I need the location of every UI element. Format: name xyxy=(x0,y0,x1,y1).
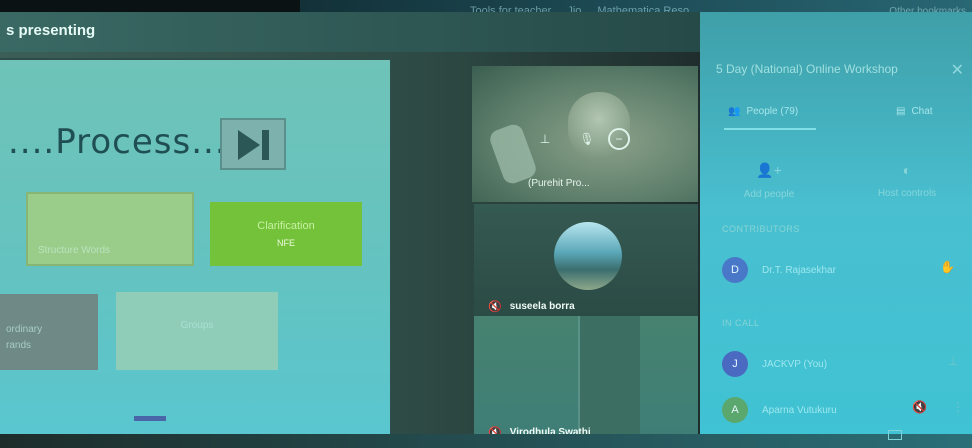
action-label: Add people xyxy=(743,189,795,200)
tab-label: Chat xyxy=(911,106,933,117)
next-slide-button[interactable] xyxy=(220,118,286,170)
presenting-bar: s presenting xyxy=(0,12,700,52)
skip-bar-icon xyxy=(262,130,269,160)
section-contributors: CONTRIBUTORS xyxy=(722,224,800,234)
slide-box-groups: Groups xyxy=(116,292,278,370)
avatar: J xyxy=(722,351,748,377)
person-name: Aparna Vutukuru xyxy=(762,404,837,416)
participant-tile[interactable]: ⊥ 🎙 − (Purehit Pro... xyxy=(472,66,698,202)
person-name: Dr.T. Rajasekhar xyxy=(762,264,836,276)
slide-box-sub: NFE xyxy=(277,238,295,248)
close-icon[interactable]: ✕ xyxy=(951,60,964,80)
participant-name: suseela borra xyxy=(509,301,575,312)
pin-icon[interactable]: ⊥ xyxy=(534,128,556,150)
person-name: JACKVP (You) xyxy=(762,358,828,370)
pin-icon[interactable]: ⊥ xyxy=(948,354,958,368)
slide-title: ....Process... xyxy=(8,122,227,162)
raise-hand-icon: ✋ xyxy=(940,260,955,274)
participant-name: (Purehit Pro... xyxy=(528,178,590,189)
tab-underline xyxy=(724,128,816,130)
monitor-photo: Tools for teacher Jio Mathematica Reso O… xyxy=(0,0,972,448)
tab-chat[interactable]: ▤ Chat xyxy=(896,106,933,117)
avatar: D xyxy=(722,257,748,283)
avatar: A xyxy=(722,397,748,423)
presenting-label: s presenting xyxy=(6,22,96,39)
participant-tile[interactable]: 🔇 Virodhula Swathi xyxy=(474,316,698,448)
slide-box-text: Structure Words xyxy=(38,245,111,256)
host-controls-button[interactable]: ◐ Host controls xyxy=(852,162,962,199)
add-person-icon: 👤+ xyxy=(756,162,782,178)
participant-avatar xyxy=(554,222,622,290)
people-icon: 👥 xyxy=(728,106,741,117)
monitor-bezel xyxy=(0,434,972,448)
more-options-icon[interactable]: ⋮ xyxy=(952,400,964,414)
slide-box-clarification: Clarification NFE xyxy=(210,202,362,266)
chat-icon: ▤ xyxy=(896,106,906,117)
slide-box-text: Groups xyxy=(180,320,214,331)
slide-box-structure: Structure Words xyxy=(26,192,194,266)
mic-off-icon: 🔇 xyxy=(488,301,502,313)
play-icon xyxy=(238,130,260,160)
people-list-item[interactable]: D Dr.T. Rajasekhar xyxy=(722,256,836,284)
tab-label: People (79) xyxy=(746,106,799,117)
present-icon[interactable] xyxy=(888,430,902,440)
people-panel: 5 Day (National) Online Workshop ✕ 👥 Peo… xyxy=(700,12,972,448)
meeting-title: 5 Day (National) Online Workshop xyxy=(716,62,898,76)
slide-box-line: rands xyxy=(6,340,32,351)
action-label: Host controls xyxy=(877,188,937,199)
tab-people[interactable]: 👥 People (79) xyxy=(728,106,798,117)
participant-tile[interactable]: 🔇 suseela borra xyxy=(474,204,698,316)
people-list-item[interactable]: A Aparna Vutukuru xyxy=(722,396,837,424)
slide-box-title: Clarification xyxy=(257,220,315,232)
shared-slide: ....Process... Structure Words Clarifica… xyxy=(0,60,390,440)
slide-box-line: ordinary xyxy=(6,324,43,335)
slide-progress-indicator xyxy=(134,416,166,421)
slide-box-ordinary: ordinary rands xyxy=(0,294,98,370)
participant-hand xyxy=(487,121,539,187)
mic-off-icon[interactable]: 🔇 xyxy=(912,400,927,414)
mic-icon[interactable]: 🎙 xyxy=(576,128,598,150)
section-in-call: IN CALL xyxy=(722,318,760,328)
people-list-item[interactable]: J JACKVP (You) xyxy=(722,350,827,378)
meet-window: s presenting ....Process... Structure Wo… xyxy=(0,12,972,448)
toggle-icon: ◐ xyxy=(902,162,912,178)
minus-circle-icon[interactable]: − xyxy=(608,128,630,150)
add-people-button[interactable]: 👤+ Add people xyxy=(714,162,824,200)
